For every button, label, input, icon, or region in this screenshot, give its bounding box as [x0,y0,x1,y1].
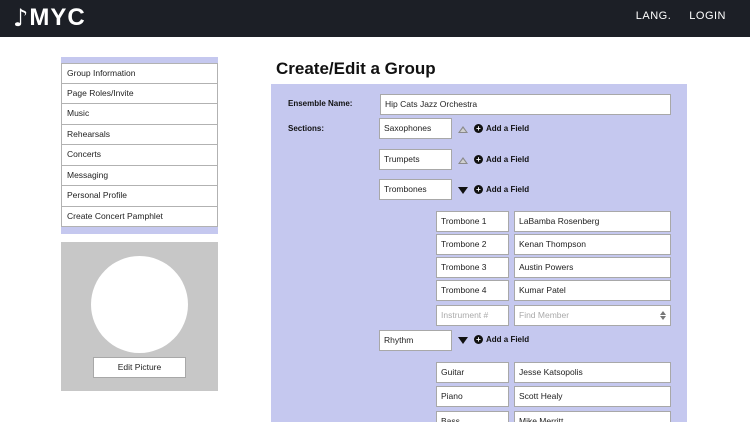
instrument-field[interactable]: Trombone 1 [436,211,509,232]
member-field[interactable]: Kumar Patel [514,280,671,301]
sections-label: Sections: [288,124,325,133]
ensemble-name-label: Ensemble Name: [288,99,353,108]
add-field-label: Add a Field [486,335,530,344]
plus-circle-icon: + [474,335,483,344]
collapse-arrow-icon[interactable] [458,157,468,164]
collapse-arrow-icon[interactable] [458,126,468,133]
add-field-button[interactable]: + Add a Field [474,124,529,133]
instrument-field[interactable]: Piano [436,386,509,407]
group-form: Ensemble Name: Hip Cats Jazz Orchestra S… [271,84,687,422]
sidebar-item-rehearsals[interactable]: Rehearsals [61,124,218,145]
edit-picture-button[interactable]: Edit Picture [93,357,186,378]
sidebar-item-personal-profile[interactable]: Personal Profile [61,186,218,207]
logo[interactable]: ♪ MYC [13,3,86,33]
instrument-field[interactable]: Trombone 4 [436,280,509,301]
instrument-field[interactable]: Trombone 3 [436,257,509,278]
profile-picture-panel: Edit Picture [61,242,218,391]
expand-arrow-icon[interactable] [458,187,468,194]
member-field[interactable]: Jesse Katsopolis [514,362,671,383]
plus-circle-icon: + [474,185,483,194]
language-link[interactable]: LANG. [636,10,672,22]
sidebar-item-concerts[interactable]: Concerts [61,145,218,166]
sidebar-item-group-information[interactable]: Group Information [61,63,218,84]
plus-circle-icon: + [474,124,483,133]
sidebar-list: Group Information Page Roles/Invite Musi… [61,63,218,227]
section-name-field[interactable]: Saxophones [379,118,452,139]
sidebar-item-page-roles[interactable]: Page Roles/Invite [61,83,218,104]
ensemble-name-input[interactable]: Hip Cats Jazz Orchestra [380,94,671,115]
member-field[interactable]: Scott Healy [514,386,671,407]
instrument-field[interactable]: Trombone 2 [436,234,509,255]
sidebar-item-messaging[interactable]: Messaging [61,165,218,186]
new-instrument-input[interactable]: Instrument # [436,305,509,326]
section-name-field[interactable]: Rhythm [379,330,452,351]
add-field-button[interactable]: + Add a Field [474,185,529,194]
plus-circle-icon: + [474,155,483,164]
music-note-icon: ♪ [13,4,29,32]
section-name-field[interactable]: Trombones [379,179,452,200]
select-arrows-icon [660,311,666,321]
sidebar-menu: Group Information Page Roles/Invite Musi… [61,57,218,234]
member-field[interactable]: LaBamba Rosenberg [514,211,671,232]
find-member-select[interactable]: Find Member [514,305,671,326]
login-link[interactable]: LOGIN [689,10,726,22]
member-field[interactable]: Austin Powers [514,257,671,278]
top-nav: LANG. LOGIN [636,10,726,22]
logo-text: MYC [29,4,86,31]
section-name-field[interactable]: Trumpets [379,149,452,170]
instrument-field[interactable]: Guitar [436,362,509,383]
find-member-placeholder: Find Member [519,310,570,321]
page-title: Create/Edit a Group [276,59,436,78]
add-field-label: Add a Field [486,124,530,133]
avatar [91,256,188,353]
instrument-field[interactable]: Bass [436,411,509,422]
add-field-label: Add a Field [486,185,530,194]
member-field[interactable]: Mike Merritt [514,411,671,422]
expand-arrow-icon[interactable] [458,337,468,344]
top-navbar: ♪ MYC LANG. LOGIN [0,0,750,37]
sidebar-item-music[interactable]: Music [61,104,218,125]
sidebar-item-concert-pamphlet[interactable]: Create Concert Pamphlet [61,206,218,227]
member-field[interactable]: Kenan Thompson [514,234,671,255]
add-field-button[interactable]: + Add a Field [474,155,529,164]
add-field-label: Add a Field [486,155,530,164]
add-field-button[interactable]: + Add a Field [474,335,529,344]
